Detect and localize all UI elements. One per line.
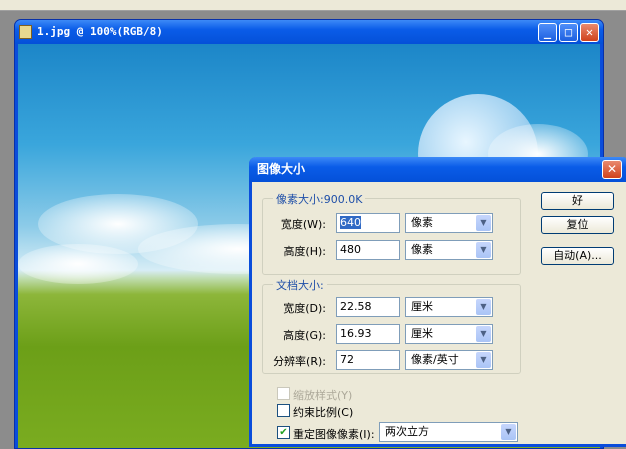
chevron-down-icon: ▼ xyxy=(476,215,491,231)
image-size-dialog: 图像大小 ✕ 像素大小:900.0K 宽度(W): 640 像素 ▼ 高度(H):… xyxy=(249,157,626,447)
maximize-button[interactable]: □ xyxy=(559,23,578,42)
chevron-down-icon: ▼ xyxy=(476,242,491,258)
dialog-close-button[interactable]: ✕ xyxy=(602,160,622,179)
document-title: 1.jpg @ 100%(RGB/8) xyxy=(37,25,163,38)
dialog-title-bar[interactable]: 图像大小 ✕ xyxy=(249,157,626,182)
pixel-height-input[interactable]: 480 xyxy=(336,240,400,260)
pixel-width-input[interactable]: 640 xyxy=(336,213,400,233)
pixel-width-label: 宽度(W): xyxy=(280,218,326,231)
options-toolbar xyxy=(0,0,626,11)
chevron-down-icon: ▼ xyxy=(476,326,491,342)
resolution-label: 分辨率(R): xyxy=(273,355,326,368)
chevron-down-icon: ▼ xyxy=(501,424,516,440)
resample-checkbox[interactable]: ✔ xyxy=(277,426,290,439)
doc-height-input[interactable]: 16.93 xyxy=(336,324,400,344)
chevron-down-icon: ▼ xyxy=(476,352,491,368)
doc-width-unit-select[interactable]: 厘米 ▼ xyxy=(405,297,493,317)
resample-method-select[interactable]: 两次立方 ▼ xyxy=(379,422,518,442)
minimize-button[interactable]: _ xyxy=(538,23,557,42)
dialog-title: 图像大小 xyxy=(257,162,306,176)
ok-button[interactable]: 好 xyxy=(541,192,614,210)
resolution-unit-select[interactable]: 像素/英寸 ▼ xyxy=(405,350,493,370)
doc-height-label: 高度(G): xyxy=(283,329,326,342)
doc-height-unit-select[interactable]: 厘米 ▼ xyxy=(405,324,493,344)
scale-styles-label: 缩放样式(Y) xyxy=(293,389,353,402)
pixel-height-label: 高度(H): xyxy=(283,245,326,258)
pixel-dimensions-group: 像素大小:900.0K xyxy=(262,191,521,275)
constrain-proportions-label: 约束比例(C) xyxy=(293,406,354,419)
pixel-dimensions-label: 像素大小:900.0K xyxy=(273,191,366,207)
close-button[interactable]: ✕ xyxy=(580,23,599,42)
doc-width-input[interactable]: 22.58 xyxy=(336,297,400,317)
reset-button[interactable]: 复位 xyxy=(541,216,614,234)
resample-label: 重定图像像素(I): xyxy=(293,428,375,441)
scale-styles-checkbox[interactable] xyxy=(277,387,290,400)
doc-width-label: 宽度(D): xyxy=(283,302,326,315)
auto-button[interactable]: 自动(A)... xyxy=(541,247,614,265)
chevron-down-icon: ▼ xyxy=(476,299,491,315)
pixel-height-unit-select[interactable]: 像素 ▼ xyxy=(405,240,493,260)
document-icon xyxy=(19,25,32,39)
document-size-label: 文档大小: xyxy=(273,277,327,293)
pixel-width-unit-select[interactable]: 像素 ▼ xyxy=(405,213,493,233)
resolution-input[interactable]: 72 xyxy=(336,350,400,370)
document-title-bar[interactable]: 1.jpg @ 100%(RGB/8) _ □ ✕ xyxy=(15,20,603,44)
constrain-proportions-checkbox[interactable] xyxy=(277,404,290,417)
